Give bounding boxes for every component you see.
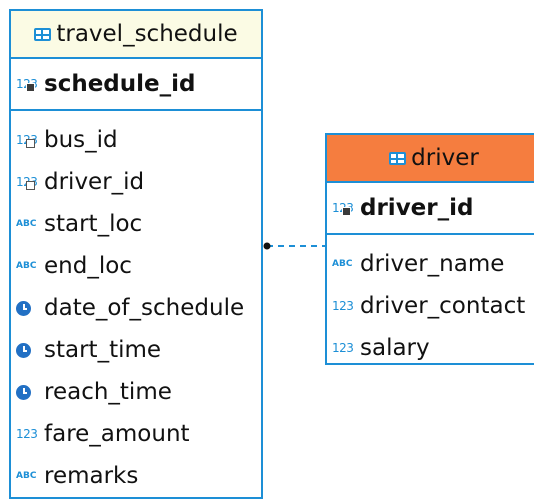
number-key-icon: 123 [332,201,360,216]
clock-icon [16,384,44,400]
number-icon: 123 [332,299,354,313]
attribute-row[interactable]: 123 salary [327,327,534,369]
relationship-endpoint [263,242,271,250]
attribute-list: 123bus_id123driver_idABCstart_locABCend_… [11,111,261,497]
attribute-name: remarks [44,463,139,489]
attribute-row[interactable]: date_of_schedule [11,287,261,329]
attribute-row[interactable]: 123 fare_amount [11,413,261,455]
attribute-name: driver_id [44,169,145,195]
attribute-row[interactable]: ABC start_loc [11,203,261,245]
entity-header[interactable]: travel_schedule [11,11,261,59]
attribute-row[interactable]: start_time [11,329,261,371]
number-icon: 123 [16,427,38,441]
attribute-row[interactable]: ABC end_loc [11,245,261,287]
entity-title: driver [411,145,479,171]
entity-travel-schedule[interactable]: travel_schedule 123 schedule_id 123bus_i… [9,9,263,499]
attribute-row[interactable]: 123 driver_contact [327,285,534,327]
primary-key-name: schedule_id [44,71,196,97]
number-fk-icon: 123 [16,133,44,148]
clock-icon [16,342,44,358]
primary-key-row[interactable]: 123 schedule_id [11,59,261,111]
attribute-name: bus_id [44,127,118,153]
number-key-icon: 123 [16,77,44,92]
entity-driver[interactable]: driver 123 driver_id ABCdriver_name123dr… [325,133,534,365]
clock-icon [16,300,44,316]
number-icon: 123 [332,341,354,355]
attribute-row[interactable]: ABC remarks [11,455,261,497]
entity-title: travel_schedule [56,21,238,47]
attribute-name: driver_contact [360,293,526,319]
attribute-list: ABC driver_name 123 driver_contact 123 salary [327,235,534,369]
table-icon [34,27,52,41]
primary-key-name: driver_id [360,195,474,221]
table-icon [389,151,407,165]
entity-header[interactable]: driver [327,135,534,183]
attribute-name: end_loc [44,253,132,279]
text-icon: ABC [332,259,353,269]
attribute-name: date_of_schedule [44,295,245,321]
attribute-name: salary [360,335,430,361]
text-icon: ABC [16,219,37,229]
attribute-name: driver_name [360,251,505,277]
attribute-name: reach_time [44,379,172,405]
attribute-row[interactable]: 123driver_id [11,161,261,203]
attribute-name: fare_amount [44,421,190,447]
text-icon: ABC [16,471,37,481]
text-icon: ABC [16,261,37,271]
attribute-name: start_loc [44,211,143,237]
attribute-row[interactable]: 123bus_id [11,119,261,161]
attribute-row[interactable]: ABC driver_name [327,243,534,285]
number-fk-icon: 123 [16,175,44,190]
attribute-name: start_time [44,337,162,363]
primary-key-row[interactable]: 123 driver_id [327,183,534,235]
attribute-row[interactable]: reach_time [11,371,261,413]
